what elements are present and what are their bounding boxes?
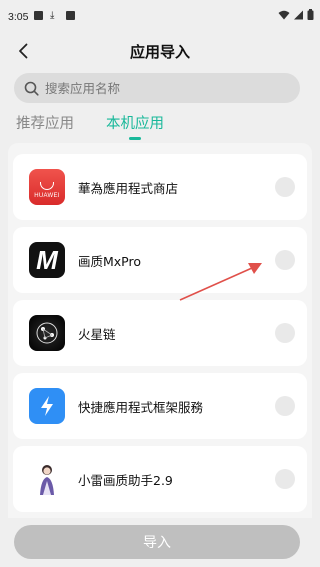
app-name: 画质MxPro (78, 254, 142, 269)
select-radio[interactable] (275, 469, 295, 489)
avatar-character-icon (29, 461, 65, 497)
import-button[interactable]: 导入 (14, 525, 300, 559)
page-title: 应用导入 (129, 43, 190, 61)
lightning-icon (41, 396, 53, 416)
mars-chain-icon (29, 315, 65, 351)
status-bar: 3:05 ⤓ (0, 0, 320, 30)
search-bar[interactable] (14, 73, 300, 103)
app-name: 快捷應用程式框架服務 (78, 400, 204, 415)
search-input[interactable] (45, 80, 275, 96)
list-item-quick-app[interactable]: 快捷應用程式框架服務 (13, 373, 307, 439)
list-item-mxpro[interactable]: M 画质MxPro (13, 227, 307, 293)
select-radio[interactable] (275, 396, 295, 416)
wifi-icon (278, 10, 290, 19)
battery-icon (307, 9, 314, 20)
huawei-appgallery-icon: HUAWEI (29, 169, 65, 205)
list-item-xiaolei-helper[interactable]: 小雷画质助手2.9 (13, 446, 307, 512)
list-item-mars-chain[interactable]: 火星链 (13, 300, 307, 366)
tab-recommended-apps[interactable]: 推荐应用 (16, 111, 74, 139)
tab-bar: 推荐应用 本机应用 (16, 111, 164, 143)
mxpro-icon: M (29, 242, 65, 278)
list-item-huawei-appgallery[interactable]: HUAWEI 華為應用程式商店 (13, 154, 307, 220)
tab-local-apps[interactable]: 本机应用 (106, 111, 164, 139)
select-radio[interactable] (275, 323, 295, 343)
status-time: 3:05 (8, 11, 29, 23)
signal-icon (294, 10, 303, 19)
image-notification-icon (66, 11, 75, 20)
download-icon: ⤓ (50, 10, 55, 21)
search-icon (24, 81, 39, 96)
app-name: 火星链 (78, 327, 116, 342)
select-radio[interactable] (275, 250, 295, 270)
huawei-logo-text: HUAWEI (34, 192, 60, 199)
status-icons (278, 9, 314, 20)
header: 应用导入 (0, 32, 320, 72)
app-name: 華為應用程式商店 (78, 181, 179, 196)
select-radio[interactable] (275, 177, 295, 197)
app-list: HUAWEI 華為應用程式商店 M 画质MxPro 火星链 快捷應用程式框架服務… (8, 143, 312, 518)
mxpro-logo-text: M (36, 245, 58, 275)
notification-icon (34, 11, 43, 20)
quick-app-icon (29, 388, 65, 424)
app-name: 小雷画质助手2.9 (78, 473, 173, 488)
